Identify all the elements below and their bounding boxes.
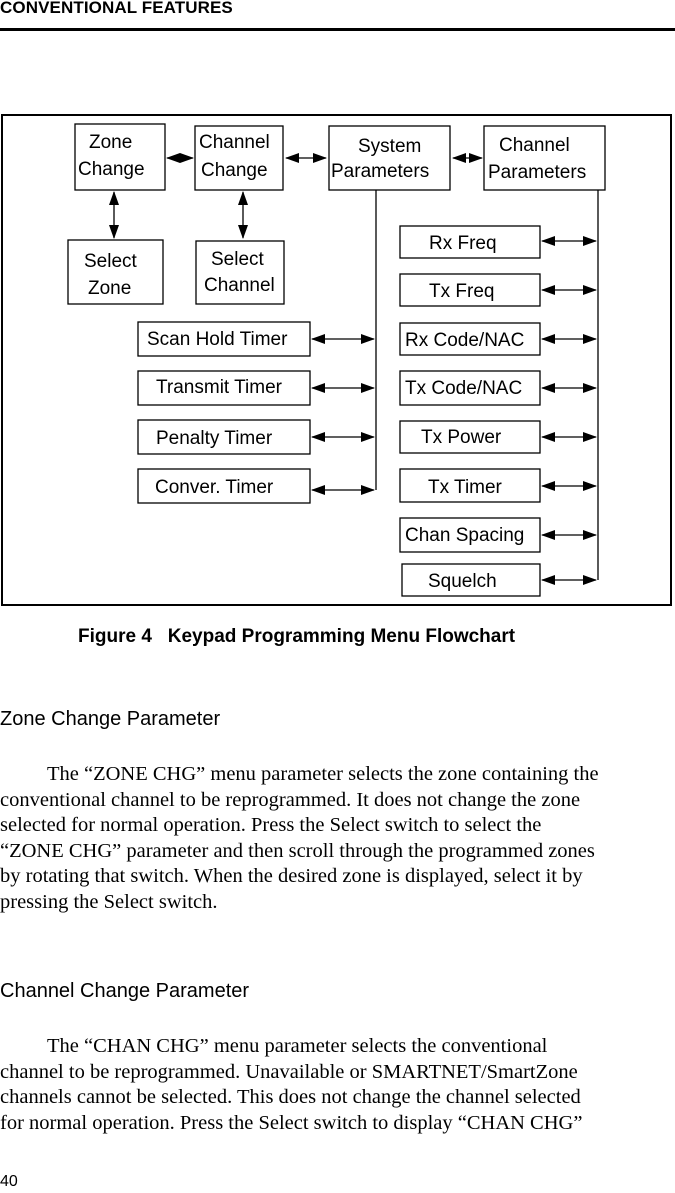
paragraph-line: channels cannot be selected. This does n… bbox=[0, 1086, 581, 1108]
tx-freq-label: Tx Freq bbox=[429, 281, 494, 302]
paragraph-line: for normal operation. Press the Select s… bbox=[0, 1111, 583, 1134]
tx-power-box: Tx Power bbox=[399, 420, 541, 454]
transmit-timer-label: Transmit Timer bbox=[156, 377, 283, 398]
squelch-label: Squelch bbox=[428, 571, 497, 592]
scan-hold-timer-box: Scan Hold Timer bbox=[137, 321, 311, 357]
tx-power-label: Tx Power bbox=[421, 427, 502, 448]
rx-freq-label: Rx Freq bbox=[429, 233, 497, 254]
page-number: 40 bbox=[0, 1173, 18, 1190]
channel-parameters-line1: Channel bbox=[499, 135, 570, 156]
zone-change-line1: Zone bbox=[89, 132, 132, 153]
paragraph-line: The “CHAN CHG” menu parameter selects th… bbox=[47, 1035, 548, 1057]
tx-freq-box: Tx Freq bbox=[399, 273, 541, 307]
paragraph-line: “ZONE CHG” parameter and then scroll thr… bbox=[0, 839, 595, 862]
paragraph-line: by rotating that switch. When the desire… bbox=[0, 865, 583, 887]
tx-code-nac-box: Tx Code/NAC bbox=[399, 370, 541, 406]
system-parameters-line2: Parameters bbox=[331, 161, 429, 182]
channel-change-line1: Channel bbox=[199, 132, 270, 153]
select-zone-line2: Zone bbox=[88, 278, 131, 299]
channel-change-box: Channel Change bbox=[194, 125, 284, 191]
penalty-timer-box: Penalty Timer bbox=[137, 419, 311, 455]
conver-timer-label: Conver. Timer bbox=[155, 477, 274, 498]
paragraph-line: channel to be reprogrammed. Unavailable … bbox=[0, 1060, 578, 1083]
section-heading-channel-change: Channel Change Parameter bbox=[0, 980, 250, 1002]
select-zone-line1: Select bbox=[84, 251, 138, 272]
squelch-box: Squelch bbox=[401, 563, 541, 597]
system-parameters-box: System Parameters bbox=[328, 125, 451, 191]
tx-code-nac-label: Tx Code/NAC bbox=[405, 378, 522, 399]
section-heading-zone-change: Zone Change Parameter bbox=[0, 708, 221, 730]
select-zone-box: Select Zone bbox=[67, 239, 164, 305]
chan-spacing-label: Chan Spacing bbox=[405, 525, 524, 546]
tx-timer-box: Tx Timer bbox=[399, 468, 541, 503]
channel-parameters-line2: Parameters bbox=[488, 162, 586, 183]
figure-caption: Figure 4 Keypad Programming Menu Flowcha… bbox=[78, 626, 516, 647]
paragraph-line: The “ZONE CHG” menu parameter selects th… bbox=[47, 763, 599, 785]
penalty-timer-label: Penalty Timer bbox=[156, 428, 273, 449]
zone-change-box: Zone Change bbox=[74, 123, 166, 191]
select-channel-line1: Select bbox=[211, 249, 265, 270]
select-channel-line2: Channel bbox=[204, 275, 275, 296]
paragraph-line: selected for normal operation. Press the… bbox=[0, 814, 542, 836]
system-parameters-line1: System bbox=[358, 136, 421, 157]
paragraph-line: conventional channel to be reprogrammed.… bbox=[0, 788, 581, 811]
scan-hold-timer-label: Scan Hold Timer bbox=[147, 329, 288, 350]
tx-timer-label: Tx Timer bbox=[428, 477, 503, 498]
select-channel-box: Select Channel bbox=[195, 240, 285, 305]
flowchart: Zone Change Channel Change System Parame… bbox=[67, 123, 606, 597]
rx-code-nac-box: Rx Code/NAC bbox=[399, 322, 541, 356]
paragraph-channel-change: The “CHAN CHG” menu parameter selects th… bbox=[0, 1034, 675, 1136]
rx-code-nac-label: Rx Code/NAC bbox=[405, 330, 524, 351]
paragraph-line: pressing the Select switch. bbox=[0, 890, 218, 913]
rx-freq-box: Rx Freq bbox=[399, 225, 541, 259]
channel-change-line2: Change bbox=[201, 160, 268, 181]
channel-parameters-box: Channel Parameters bbox=[483, 125, 606, 191]
conver-timer-box: Conver. Timer bbox=[137, 468, 311, 504]
paragraph-zone-change: The “ZONE CHG” menu parameter selects th… bbox=[0, 762, 675, 915]
chan-spacing-box: Chan Spacing bbox=[399, 517, 541, 553]
zone-change-line2: Change bbox=[78, 159, 145, 180]
transmit-timer-box: Transmit Timer bbox=[137, 370, 311, 406]
